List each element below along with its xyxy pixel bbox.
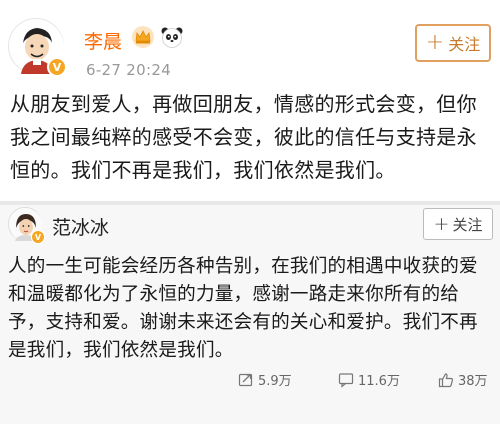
reposted-post[interactable]: V 范冰冰 + 关注 人的一生可能会经历各种告别，在我们的相遇中收获的爱和温暖都… <box>0 205 500 424</box>
repost-icon <box>238 373 253 386</box>
like-count: 38万 <box>458 374 488 389</box>
post-text: 从朋友到爱人，再做回朋友，情感的形式会变，但你我之间最纯粹的感受不会变，彼此的信… <box>10 92 477 182</box>
like-button[interactable]: 38万 <box>438 370 488 389</box>
follow-button[interactable]: + 关注 <box>423 208 493 240</box>
repost-button[interactable]: 5.9万 <box>238 370 292 389</box>
panda-icon <box>161 27 183 48</box>
comment-icon <box>338 372 354 388</box>
follow-button-label: 关注 <box>448 35 481 54</box>
repost-author-avatar[interactable]: V <box>8 207 45 244</box>
follow-button-label: 关注 <box>452 215 483 234</box>
crown-icon <box>132 26 154 48</box>
like-icon <box>438 372 454 387</box>
repost-author-name[interactable]: 范冰冰 <box>52 213 109 240</box>
original-post: V 李晨 6-27 20:24 + 关注 从朋友到爱人，再做回朋友，情感的形式会… <box>0 0 500 201</box>
repost-text: 人的一生可能会经历各种告别，在我们的相遇中收获的爱和温暖都化为了永恒的力量，感谢… <box>8 256 478 361</box>
verified-icon: V <box>31 230 45 244</box>
verified-icon: V <box>47 57 67 77</box>
author-avatar[interactable]: V <box>8 18 67 77</box>
stats-bar: 5.9万 11.6万 38万 <box>0 368 500 390</box>
plus-icon: + <box>425 30 445 55</box>
post-author-name[interactable]: 李晨 <box>84 27 122 54</box>
repost-count: 5.9万 <box>258 374 292 389</box>
comment-count: 11.6万 <box>358 374 400 389</box>
post-timestamp: 6-27 20:24 <box>86 61 172 79</box>
plus-icon: + <box>433 212 450 235</box>
follow-button[interactable]: + 关注 <box>415 24 491 62</box>
comment-button[interactable]: 11.6万 <box>338 370 400 389</box>
